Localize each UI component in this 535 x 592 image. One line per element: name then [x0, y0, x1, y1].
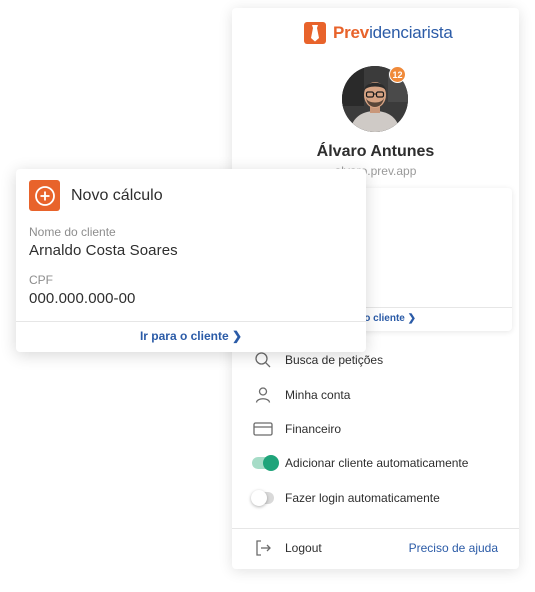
new-calculation-card: Novo cálculo Nome do cliente Arnaldo Cos…	[16, 169, 366, 352]
auto-add-client-toggle[interactable]	[252, 455, 279, 471]
user-icon	[252, 384, 274, 406]
menu-item-label: Minha conta	[285, 388, 351, 402]
cpf-label: CPF	[29, 273, 53, 287]
tie-logo-icon	[304, 22, 326, 44]
card-header: Novo cálculo	[29, 180, 163, 211]
menu-item-label: Busca de petições	[285, 353, 384, 367]
auto-login-toggle[interactable]	[251, 490, 274, 506]
credit-card-icon	[252, 418, 274, 440]
logout-label: Logout	[285, 541, 322, 555]
client-name-value: Arnaldo Costa Soares	[29, 242, 178, 259]
brand-name-part1: Prev	[333, 23, 370, 42]
search-icon	[252, 349, 274, 371]
divider	[232, 528, 519, 529]
card-title: Novo cálculo	[71, 186, 163, 204]
menu-item-busca-peticoes[interactable]: Busca de petições	[252, 349, 383, 371]
menu-item-adicionar-cliente[interactable]: Adicionar cliente automaticamente	[252, 452, 468, 474]
notification-badge[interactable]: 12	[389, 66, 406, 83]
go-to-client-link[interactable]: Ir para o cliente ❯	[16, 329, 366, 343]
plus-circle-icon	[29, 180, 60, 211]
divider	[16, 321, 366, 322]
menu-item-label: Financeiro	[285, 422, 342, 436]
menu-item-label: Adicionar cliente automaticamente	[285, 456, 469, 470]
logout-button[interactable]: Logout	[252, 537, 322, 559]
menu-item-minha-conta[interactable]: Minha conta	[252, 384, 350, 406]
toggle-knob	[251, 490, 267, 506]
help-link[interactable]: Preciso de ajuda	[409, 541, 498, 555]
menu-item-financeiro[interactable]: Financeiro	[252, 418, 341, 440]
menu-item-login-automatico[interactable]: Fazer login automaticamente	[251, 487, 440, 509]
logout-icon	[252, 537, 274, 559]
client-name-label: Nome do cliente	[29, 225, 116, 239]
brand-logo: Previdenciarista	[304, 21, 453, 45]
menu-item-label: Fazer login automaticamente	[285, 491, 440, 505]
user-name: Álvaro Antunes	[316, 143, 435, 160]
cpf-value: 000.000.000-00	[29, 290, 136, 307]
go-to-client-link-partial[interactable]: o cliente ❯	[364, 313, 416, 324]
brand-name-part2: idenciarista	[369, 23, 453, 42]
toggle-knob	[263, 455, 279, 471]
